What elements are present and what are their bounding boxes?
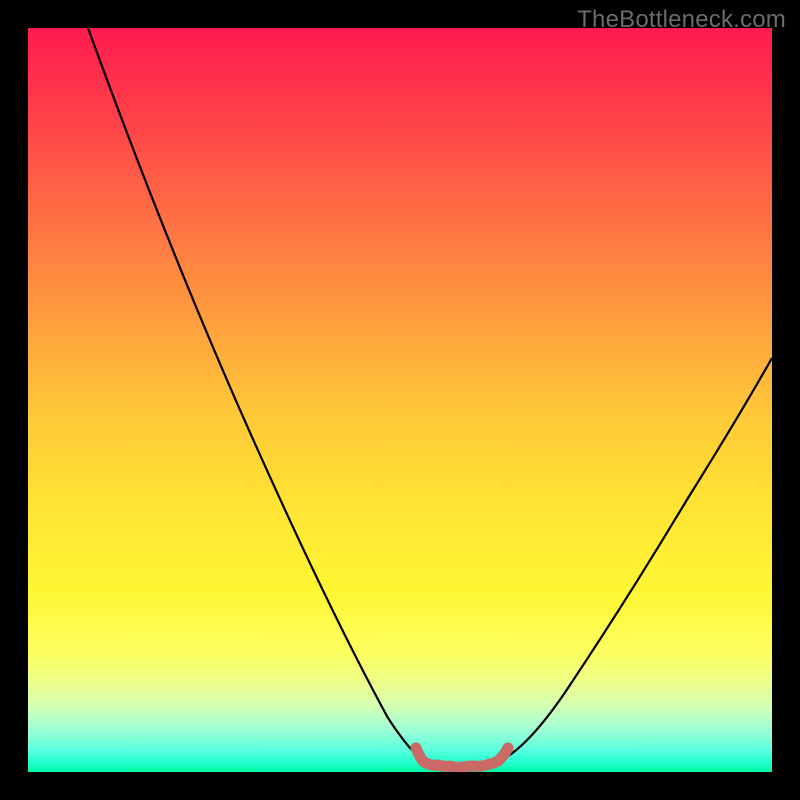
optimal-band-marker (416, 748, 508, 767)
watermark-text: TheBottleneck.com (577, 6, 786, 34)
optimal-band-dot (411, 743, 422, 754)
bottleneck-curve-line (88, 28, 772, 768)
optimal-band-dot (503, 743, 514, 754)
chart-frame: TheBottleneck.com (0, 0, 800, 800)
plot-area (28, 28, 772, 772)
curve-svg (28, 28, 772, 772)
